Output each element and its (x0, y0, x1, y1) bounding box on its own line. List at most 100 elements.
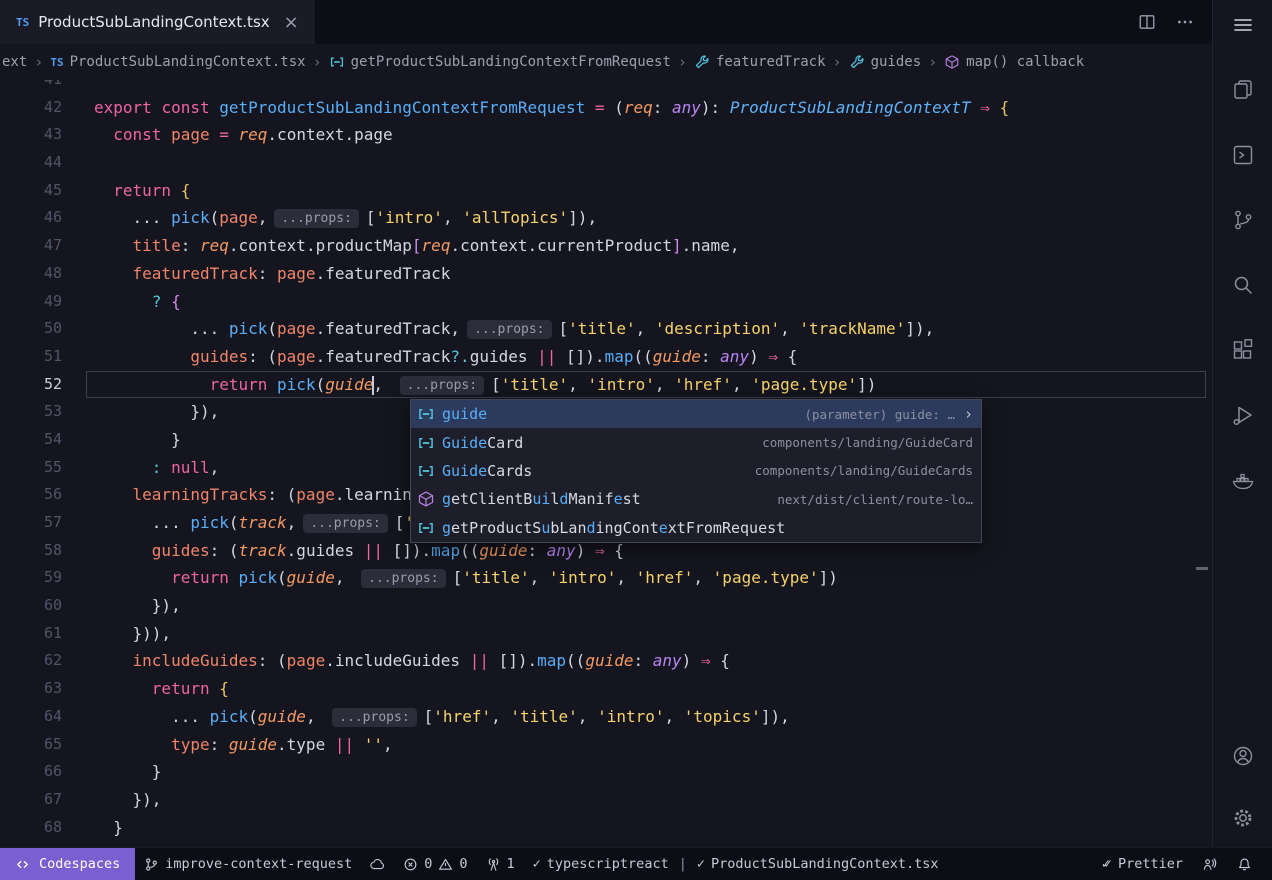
code-line-43[interactable]: 43 const page = req.context.page (0, 121, 1212, 149)
line-number[interactable]: 43 (0, 121, 62, 149)
file-status[interactable]: ✓ typescriptreact | ✓ ProductSubLandingC… (524, 856, 948, 872)
line-number[interactable]: 42 (0, 94, 62, 122)
pipe-separator: | (675, 856, 691, 872)
branch-button[interactable]: improve-context-request (135, 856, 361, 872)
suggestion-item[interactable]: GuideCardcomponents/landing/GuideCard (411, 428, 981, 456)
line-number[interactable]: 44 (0, 149, 62, 177)
code-line-51[interactable]: 51 guides: (page.featuredTrack?.guides |… (0, 343, 1212, 371)
breadcrumb-item-function[interactable]: getProductSubLandingContextFromRequest (329, 54, 671, 70)
split-editor-icon[interactable] (1138, 13, 1156, 31)
tab-label: ProductSubLandingContext.tsx (38, 13, 269, 31)
suggestion-item[interactable]: getProductSubLandingContextFromRequest (411, 514, 981, 542)
line-number[interactable]: 58 (0, 537, 62, 565)
suggestion-item[interactable]: guide(parameter) guide: …› (411, 400, 981, 428)
line-number[interactable]: 50 (0, 315, 62, 343)
radio-tower-icon (486, 857, 501, 872)
breadcrumb-separator: › (833, 53, 842, 71)
extensions-icon[interactable] (1230, 337, 1256, 363)
code-line-47[interactable]: 47 title: req.context.productMap[req.con… (0, 232, 1212, 260)
code-line-45[interactable]: 45 return { (0, 177, 1212, 205)
settings-gear-icon[interactable] (1230, 805, 1256, 831)
line-number[interactable]: 45 (0, 177, 62, 205)
search-icon[interactable] (1230, 272, 1256, 298)
line-number[interactable]: 67 (0, 786, 62, 814)
code-line-65[interactable]: 65 type: guide.type || '', (0, 731, 1212, 759)
line-number[interactable]: 63 (0, 675, 62, 703)
breadcrumb-separator: › (678, 53, 687, 71)
cloud-icon (370, 857, 385, 872)
code-line-49[interactable]: 49 ? { (0, 288, 1212, 316)
codespaces-icon (15, 857, 30, 872)
source-control-icon[interactable] (1230, 207, 1256, 233)
code-line-64[interactable]: 64 ... pick(guide, ...props:['href', 'ti… (0, 703, 1212, 731)
code-line-66[interactable]: 66 } (0, 758, 1212, 786)
code-line-44[interactable]: 44 (0, 149, 1212, 177)
explorer-icon[interactable] (1230, 77, 1256, 103)
formatter-button[interactable]: ✓✓ Prettier (1093, 856, 1192, 872)
code-line-50[interactable]: 50 ... pick(page.featuredTrack,...props:… (0, 315, 1212, 343)
code-content: const page = req.context.page (94, 121, 1212, 149)
line-number[interactable]: 47 (0, 232, 62, 260)
problems-button[interactable]: 0 0 (394, 856, 476, 872)
code-line-67[interactable]: 67 }), (0, 786, 1212, 814)
code-line-42[interactable]: 42export const getProductSubLandingConte… (0, 94, 1212, 122)
line-number[interactable]: 54 (0, 426, 62, 454)
editor[interactable]: 4142export const getProductSubLandingCon… (0, 80, 1212, 847)
breadcrumb-item-guides[interactable]: guides (849, 54, 922, 70)
terminal-icon[interactable] (1230, 142, 1256, 168)
account-icon[interactable] (1230, 743, 1256, 769)
code-line-62[interactable]: 62 includeGuides: (page.includeGuides ||… (0, 647, 1212, 675)
code-line-41[interactable]: 41 (0, 80, 1212, 94)
breadcrumb-item-file[interactable]: TS ProductSubLandingContext.tsx (50, 54, 305, 70)
code-line-46[interactable]: 46 ... pick(page,...props:['intro', 'all… (0, 204, 1212, 232)
chevron-right-icon[interactable]: › (964, 405, 973, 423)
line-number[interactable]: 57 (0, 509, 62, 537)
suggestion-item[interactable]: GuideCardscomponents/landing/GuideCards (411, 457, 981, 485)
breadcrumb-item-folder[interactable]: ext (2, 54, 27, 70)
feedback-button[interactable] (1192, 857, 1227, 872)
line-number[interactable]: 52 (0, 371, 62, 399)
more-actions-icon[interactable] (1176, 13, 1194, 31)
line-number[interactable]: 48 (0, 260, 62, 288)
code-line-59[interactable]: 59 return pick(guide, ...props:['title',… (0, 564, 1212, 592)
code-line-61[interactable]: 61 })), (0, 620, 1212, 648)
sync-button[interactable] (361, 857, 394, 872)
docker-icon[interactable] (1230, 467, 1256, 493)
line-number[interactable]: 53 (0, 398, 62, 426)
line-number[interactable]: 68 (0, 814, 62, 842)
line-number[interactable]: 56 (0, 481, 62, 509)
line-number[interactable]: 61 (0, 620, 62, 648)
line-number[interactable]: 49 (0, 288, 62, 316)
suggestion-item[interactable]: getClientBuildManifestnext/dist/client/r… (411, 485, 981, 513)
code-line-48[interactable]: 48 featuredTrack: page.featuredTrack (0, 260, 1212, 288)
suggest-list: guide(parameter) guide: …›GuideCardcompo… (411, 400, 981, 542)
line-number[interactable]: 55 (0, 454, 62, 482)
run-debug-icon[interactable] (1230, 402, 1256, 428)
code-content (94, 80, 1212, 94)
notifications-button[interactable] (1227, 857, 1262, 872)
close-icon[interactable]: × (284, 12, 299, 33)
breadcrumb-item-featuredtrack[interactable]: featuredTrack (694, 54, 826, 70)
line-number[interactable]: 41 (0, 80, 62, 94)
tab-productsublandingcontext[interactable]: TS ProductSubLandingContext.tsx × (0, 0, 316, 44)
line-number[interactable]: 46 (0, 204, 62, 232)
line-number[interactable]: 51 (0, 343, 62, 371)
branch-icon (144, 857, 159, 872)
line-number[interactable]: 66 (0, 758, 62, 786)
symbol-variable-icon (417, 520, 435, 536)
errors-icon (403, 857, 418, 872)
line-number[interactable]: 62 (0, 647, 62, 675)
line-number[interactable]: 59 (0, 564, 62, 592)
code-line-52[interactable]: 52 return pick(guide, ...props:['title',… (0, 371, 1212, 399)
codespaces-button[interactable]: Codespaces (0, 848, 135, 880)
ports-button[interactable]: 1 (477, 856, 524, 872)
line-number[interactable]: 60 (0, 592, 62, 620)
code-line-63[interactable]: 63 return { (0, 675, 1212, 703)
line-number[interactable]: 65 (0, 731, 62, 759)
code-line-68[interactable]: 68 } (0, 814, 1212, 842)
menu-icon[interactable] (1230, 12, 1256, 38)
scrollbar-marker[interactable] (1196, 567, 1208, 570)
code-line-60[interactable]: 60 }), (0, 592, 1212, 620)
breadcrumb-item-map-callback[interactable]: map() callback (944, 54, 1084, 70)
line-number[interactable]: 64 (0, 703, 62, 731)
